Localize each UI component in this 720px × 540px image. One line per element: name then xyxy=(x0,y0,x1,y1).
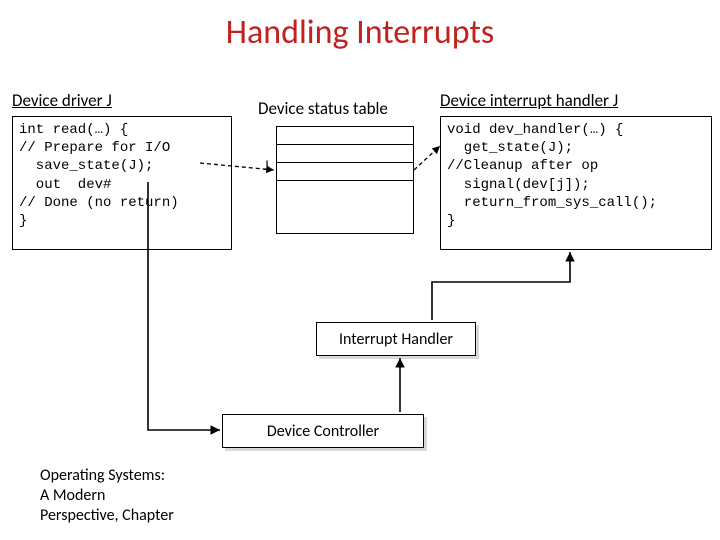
table-row xyxy=(277,163,413,181)
j-row-label: J xyxy=(264,157,268,174)
device-interrupt-handler-label: Device interrupt handler J xyxy=(440,90,618,111)
table-row xyxy=(277,145,413,163)
device-status-table xyxy=(276,126,414,234)
interrupt-handler-box: Interrupt Handler xyxy=(316,322,476,356)
device-status-table-label: Device status table xyxy=(258,98,388,119)
slide-title: Handling Interrupts xyxy=(0,12,720,53)
table-row xyxy=(277,127,413,145)
device-controller-box: Device Controller xyxy=(222,414,424,448)
arrows-overlay xyxy=(0,0,720,540)
table-row xyxy=(277,181,413,235)
footer-text: Operating Systems: A Modern Perspective,… xyxy=(40,466,174,526)
handler-code-box: void dev_handler(…) { get_state(J); //Cl… xyxy=(440,116,712,250)
device-driver-label: Device driver J xyxy=(12,90,112,111)
driver-code-box: int read(…) { // Prepare for I/O save_st… xyxy=(12,116,232,250)
